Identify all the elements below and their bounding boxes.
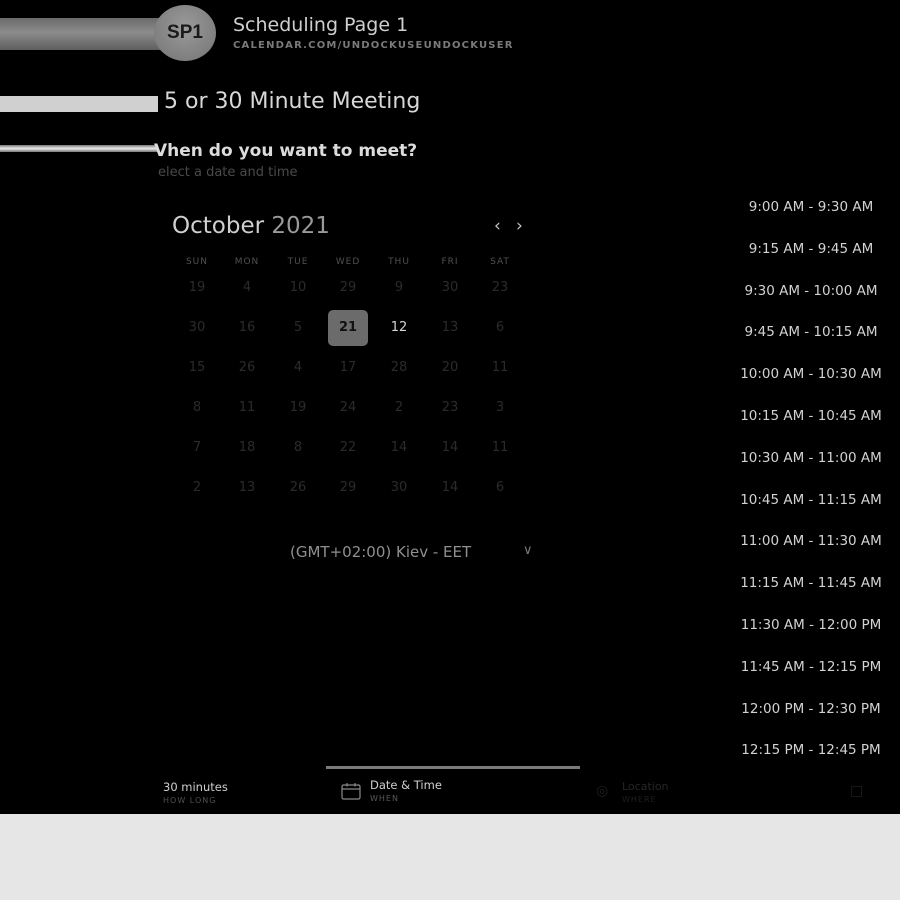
calendar-day: 16 <box>238 320 256 335</box>
calendar-day: 29 <box>339 480 357 495</box>
calendar-day: 20 <box>441 360 459 375</box>
title-highlight-bar <box>0 96 158 112</box>
calendar-day: 19 <box>188 280 206 295</box>
calendar-day: 5 <box>293 320 303 335</box>
time-slot-button[interactable]: 10:15 AM - 10:45 AM <box>733 408 889 424</box>
calendar-day: 30 <box>441 280 459 295</box>
active-step-indicator <box>326 766 580 769</box>
calendar-day: 23 <box>491 280 509 295</box>
timezone-select[interactable]: (GMT+02:00) Kiev - EET <box>290 543 471 561</box>
weekday-label: WED <box>335 257 361 267</box>
weekday-label: FRI <box>441 257 459 267</box>
scheduling-page: SP1 Scheduling Page 1 CALENDAR.COM/UNDOC… <box>0 0 900 814</box>
location-icon: ◎ <box>596 783 609 799</box>
year-label: 2021 <box>271 213 330 239</box>
calendar-day[interactable]: 12 <box>379 310 419 346</box>
calendar-day: 30 <box>390 480 408 495</box>
month-label: October <box>172 213 265 239</box>
calendar-day: 8 <box>293 440 303 455</box>
calendar-day: 28 <box>390 360 408 375</box>
calendar-day: 8 <box>192 400 202 415</box>
calendar-day: 11 <box>238 400 256 415</box>
calendar-day: 3 <box>495 400 505 415</box>
time-slot-button[interactable]: 11:00 AM - 11:30 AM <box>733 533 889 549</box>
calendar-day: 22 <box>339 440 357 455</box>
calendar-day: 17 <box>339 360 357 375</box>
time-slot-button[interactable]: 9:15 AM - 9:45 AM <box>733 241 889 257</box>
calendar-day: 14 <box>441 440 459 455</box>
calendar-day: 4 <box>293 360 303 375</box>
time-slot-button[interactable]: 10:45 AM - 11:15 AM <box>733 492 889 508</box>
chevron-left-icon[interactable]: ‹ <box>494 216 501 236</box>
step-datetime-label[interactable]: Date & Time <box>370 778 442 792</box>
calendar-day: 14 <box>441 480 459 495</box>
calendar-day: 26 <box>238 360 256 375</box>
time-slot-button[interactable]: 11:15 AM - 11:45 AM <box>733 575 889 591</box>
selected-day[interactable]: 21 <box>328 310 368 346</box>
select-date-hint: elect a date and time <box>158 165 298 180</box>
calendar-icon <box>341 783 361 800</box>
scheduling-page-url[interactable]: CALENDAR.COM/UNDOCKUSEUNDOCKUSER <box>233 40 514 51</box>
calendar-day: 9 <box>394 280 404 295</box>
weekday-label: THU <box>388 257 410 267</box>
calendar-day: 30 <box>188 320 206 335</box>
calendar-day: 13 <box>441 320 459 335</box>
time-slot-button[interactable]: 11:45 AM - 12:15 PM <box>733 659 889 675</box>
time-slot-button[interactable]: 11:30 AM - 12:00 PM <box>733 617 889 633</box>
time-slot-button[interactable]: 9:00 AM - 9:30 AM <box>733 199 889 215</box>
month-year-label: October 2021 <box>172 213 330 239</box>
calendar-day: 11 <box>491 360 509 375</box>
time-slot-button[interactable]: 9:45 AM - 10:15 AM <box>733 324 889 340</box>
time-slot-button[interactable]: 10:00 AM - 10:30 AM <box>733 366 889 382</box>
weekday-label: TUE <box>287 257 309 267</box>
time-slot-button[interactable]: 9:30 AM - 10:00 AM <box>733 283 889 299</box>
chevron-right-icon[interactable]: › <box>516 216 523 236</box>
step-datetime-caption: WHEN <box>370 794 399 803</box>
calendar-day: 6 <box>495 320 505 335</box>
calendar-day: 4 <box>242 280 252 295</box>
meeting-title: 5 or 30 Minute Meeting <box>164 89 421 114</box>
question-highlight-bar <box>0 145 158 152</box>
calendar-day: 18 <box>238 440 256 455</box>
when-heading: Vhen do you want to meet? <box>154 141 418 161</box>
calendar-day: 10 <box>289 280 307 295</box>
calendar-day: 24 <box>339 400 357 415</box>
chevron-down-icon[interactable]: ∨ <box>523 543 533 558</box>
step-duration-label[interactable]: 30 minutes <box>163 780 228 794</box>
header-banner-bar <box>0 18 180 50</box>
calendar-day: 19 <box>289 400 307 415</box>
weekday-label: MON <box>234 257 260 267</box>
step-location-caption: WHERE <box>622 795 657 804</box>
weekday-label: SAT <box>490 257 510 267</box>
calendar-day: 29 <box>339 280 357 295</box>
calendar-day: 13 <box>238 480 256 495</box>
time-slot-button[interactable]: 12:00 PM - 12:30 PM <box>733 701 889 717</box>
calendar-day: 2 <box>394 400 404 415</box>
time-slot-button[interactable]: 10:30 AM - 11:00 AM <box>733 450 889 466</box>
calendar-day: 26 <box>289 480 307 495</box>
step-duration-caption: HOW LONG <box>163 796 217 805</box>
step-location-label[interactable]: Location <box>622 780 669 793</box>
scheduling-page-title: Scheduling Page 1 <box>233 14 409 36</box>
calendar-day: 14 <box>390 440 408 455</box>
weekday-label: SUN <box>185 257 209 267</box>
calendar-day: 2 <box>192 480 202 495</box>
calendar-day: 15 <box>188 360 206 375</box>
calendar-day: 23 <box>441 400 459 415</box>
time-slot-button[interactable]: 12:15 PM - 12:45 PM <box>733 742 889 758</box>
contact-icon: □ <box>850 783 864 799</box>
calendar-day: 6 <box>495 480 505 495</box>
calendar-day: 11 <box>491 440 509 455</box>
calendar-day: 7 <box>192 440 202 455</box>
avatar: SP1 <box>154 5 216 61</box>
